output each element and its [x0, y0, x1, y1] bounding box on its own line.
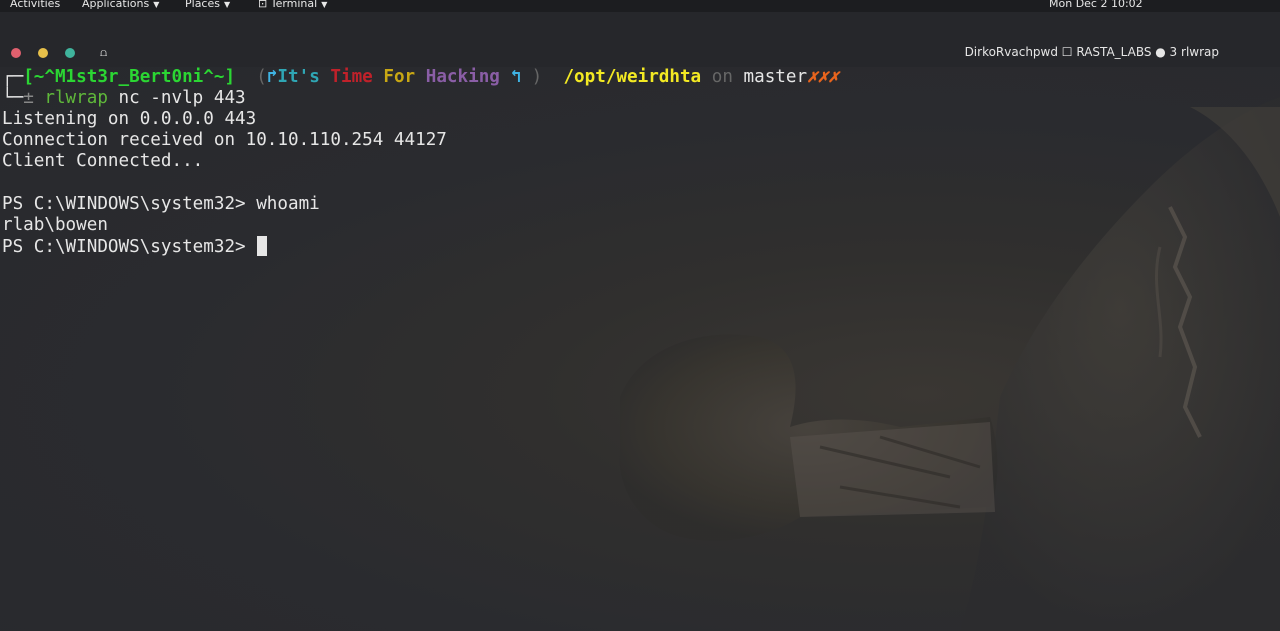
prompt-its: It's [277, 67, 320, 87]
arrow-return-icon: ↰ [510, 67, 522, 87]
terminal-output-area[interactable]: ┌─[~^M1st3r_Bert0ni^~] (↱It's Time For H… [0, 67, 1280, 631]
prompt-user-host: [~^M1st3r_Bert0ni^~] [23, 67, 236, 87]
close-window-button[interactable] [11, 48, 21, 58]
terminal-tab-icon: ⩍ [100, 46, 108, 59]
prompt-bracket-open: ( [256, 67, 267, 87]
git-branch: master [743, 67, 808, 87]
prompt-line-command: └─± rlwrap nc -nvlp 443 [2, 88, 246, 109]
powershell-prompt: PS C:\WINDOWS\system32> [2, 194, 257, 214]
prompt-plusminus: ± [23, 88, 34, 108]
prompt-corner-top: ┌─ [2, 67, 24, 87]
activities-menu[interactable]: Activities [10, 0, 60, 10]
prompt-bracket-close: ) [531, 67, 543, 87]
powershell-input-line[interactable]: PS C:\WINDOWS\system32> [2, 236, 268, 258]
clock[interactable]: Mon Dec 2 10:02 [1049, 0, 1143, 10]
applications-label: Applications [82, 0, 150, 10]
prompt-path: /opt/weirdhta [563, 67, 702, 87]
git-dirty-marker: ✗✗✗ [807, 67, 839, 87]
command-args: nc -nvlp 443 [118, 88, 246, 108]
terminal-titlebar: ⩍ DirkoRvachpwd ☐ RASTA_LABS ● 3 rlwrap [0, 12, 1280, 67]
window-title: DirkoRvachpwd ☐ RASTA_LABS ● 3 rlwrap [964, 45, 1219, 59]
prompt-hacking: Hacking [425, 67, 500, 87]
applications-menu[interactable]: Applications ▼ [82, 0, 159, 10]
terminal-label: Terminal [270, 0, 318, 10]
prompt-time: Time [330, 67, 373, 87]
maximize-window-button[interactable] [65, 48, 75, 58]
command-name: rlwrap [44, 88, 108, 108]
prompt-line-top: ┌─[~^M1st3r_Bert0ni^~] (↱It's Time For H… [2, 67, 839, 88]
chevron-down-icon: ▼ [321, 0, 328, 9]
places-menu[interactable]: Places ▼ [185, 0, 230, 10]
prompt-for: For [383, 67, 416, 87]
arrow-forward-icon: ↱ [266, 67, 278, 87]
output-line: Connection received on 10.10.110.254 441… [2, 130, 447, 150]
output-line: rlab\bowen [2, 215, 108, 235]
text-cursor [257, 236, 268, 256]
output-line: Client Connected... [2, 151, 204, 171]
prompt-on: on [711, 67, 733, 87]
minimize-window-button[interactable] [38, 48, 48, 58]
terminal-app-icon: ⊡ [258, 0, 271, 10]
powershell-command-line: PS C:\WINDOWS\system32> whoami [2, 194, 320, 215]
top-panel: Activities Applications ▼ Places ▼ ⊡ Termi… [0, 0, 1280, 12]
chevron-down-icon: ▼ [153, 0, 160, 9]
output-line: Listening on 0.0.0.0 443 [2, 109, 257, 129]
terminal-menu[interactable]: ⊡ Terminal ▼ [258, 0, 327, 10]
powershell-prompt: PS C:\WINDOWS\system32> [2, 237, 257, 257]
prompt-corner-bottom: └─ [2, 88, 24, 108]
chevron-down-icon: ▼ [223, 0, 231, 9]
places-label: Places [185, 0, 220, 10]
powershell-command: whoami [256, 194, 320, 214]
